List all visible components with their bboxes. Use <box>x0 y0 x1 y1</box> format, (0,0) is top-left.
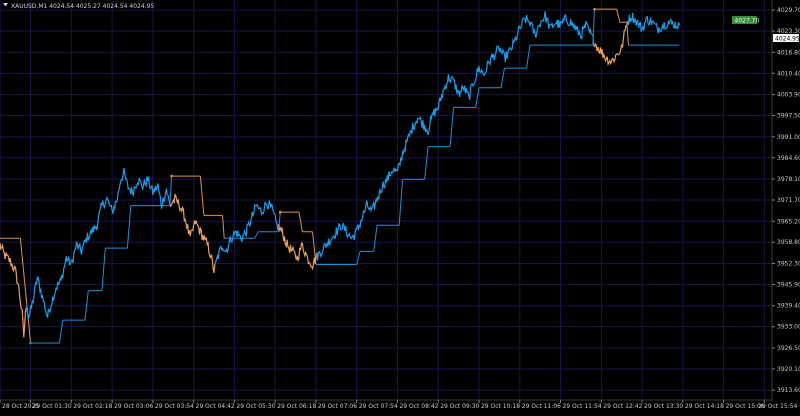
upper-price-tag: 4027.70 <box>732 16 759 25</box>
price-tick-label: 4029.70 <box>777 7 800 14</box>
time-tick-label: 29 Oct 14:18 <box>685 403 724 410</box>
time-tick-label: 29 Oct 03:54 <box>155 403 194 410</box>
time-tick-label: 29 Oct 11:54 <box>563 403 602 410</box>
price-tick-label: 3945.90 <box>777 281 800 288</box>
time-tick-label: 29 Oct 05:30 <box>236 403 275 410</box>
price-tick-label: 3978.10 <box>777 176 800 183</box>
upper-price-tag-label: 4027.70 <box>735 18 760 25</box>
symbol-header[interactable]: XAUUSD,M1 4024.54 4025.27 4024.54 4024.9… <box>3 3 154 10</box>
current-price-tag: 4024.95 <box>773 34 800 43</box>
price-tick-label: 3997.50 <box>777 113 800 120</box>
reversal-dot <box>593 7 596 11</box>
price-tick-label: 4003.90 <box>777 92 800 99</box>
time-tick-label: 29 Oct 04:42 <box>196 403 235 410</box>
time-tick-label: 29 Oct 07:54 <box>359 403 398 410</box>
time-tick-label: 29 Oct 09:30 <box>440 403 479 410</box>
price-tick-label: 3991.00 <box>777 134 800 141</box>
time-tick-label: 29 Oct 06:18 <box>277 403 316 410</box>
price-tick-label: 3939.40 <box>777 303 800 310</box>
price-tick-label: 3920.10 <box>777 366 800 373</box>
time-tick-label: 29 Oct 07:06 <box>318 403 357 410</box>
price-chart[interactable]: 4029.704023.304016.804010.404003.903997.… <box>0 0 800 412</box>
price-tick-label: 4010.40 <box>777 70 800 77</box>
price-tick-label: 3926.50 <box>777 345 800 352</box>
price-tick-label: 3971.70 <box>777 197 800 204</box>
price-tick-label: 3965.20 <box>777 218 800 225</box>
price-tick-label: 3913.60 <box>777 387 800 394</box>
time-tick-label: 29 Oct 03:06 <box>114 403 153 410</box>
price-tick-label: 3952.30 <box>777 261 800 268</box>
current-price-tag-label: 4024.95 <box>775 36 800 43</box>
price-tick-label: 3933.00 <box>777 324 800 331</box>
reversal-dot <box>170 174 173 178</box>
reversal-dot <box>29 341 32 345</box>
symbol-info: XAUUSD,M1 4024.54 4025.27 4024.54 4024.9… <box>11 3 154 10</box>
price-tick-label: 3984.60 <box>777 155 800 162</box>
time-tick-label: 29 Oct 10:18 <box>481 403 520 410</box>
time-tick-label: 29 Oct 15:54 <box>758 403 797 410</box>
time-tick-label: 29 Oct 01:30 <box>33 403 72 410</box>
time-tick-label: 29 Oct 08:42 <box>399 403 438 410</box>
chart-window[interactable]: 4029.70 4023.30 4016.80 4010.40 4003.90 3997.… <box>0 0 800 412</box>
time-tick-label: 29 Oct 12:42 <box>603 403 642 410</box>
reversal-dot <box>278 210 282 214</box>
time-tick-label: 29 Oct 02:18 <box>73 403 112 410</box>
chart-background <box>0 0 800 412</box>
time-tick-label: 29 Oct 13:30 <box>644 403 683 410</box>
price-tick-label: 4016.80 <box>777 49 800 56</box>
price-tick-label: 3958.80 <box>777 239 800 246</box>
time-tick-label: 29 Oct 11:06 <box>522 403 561 410</box>
